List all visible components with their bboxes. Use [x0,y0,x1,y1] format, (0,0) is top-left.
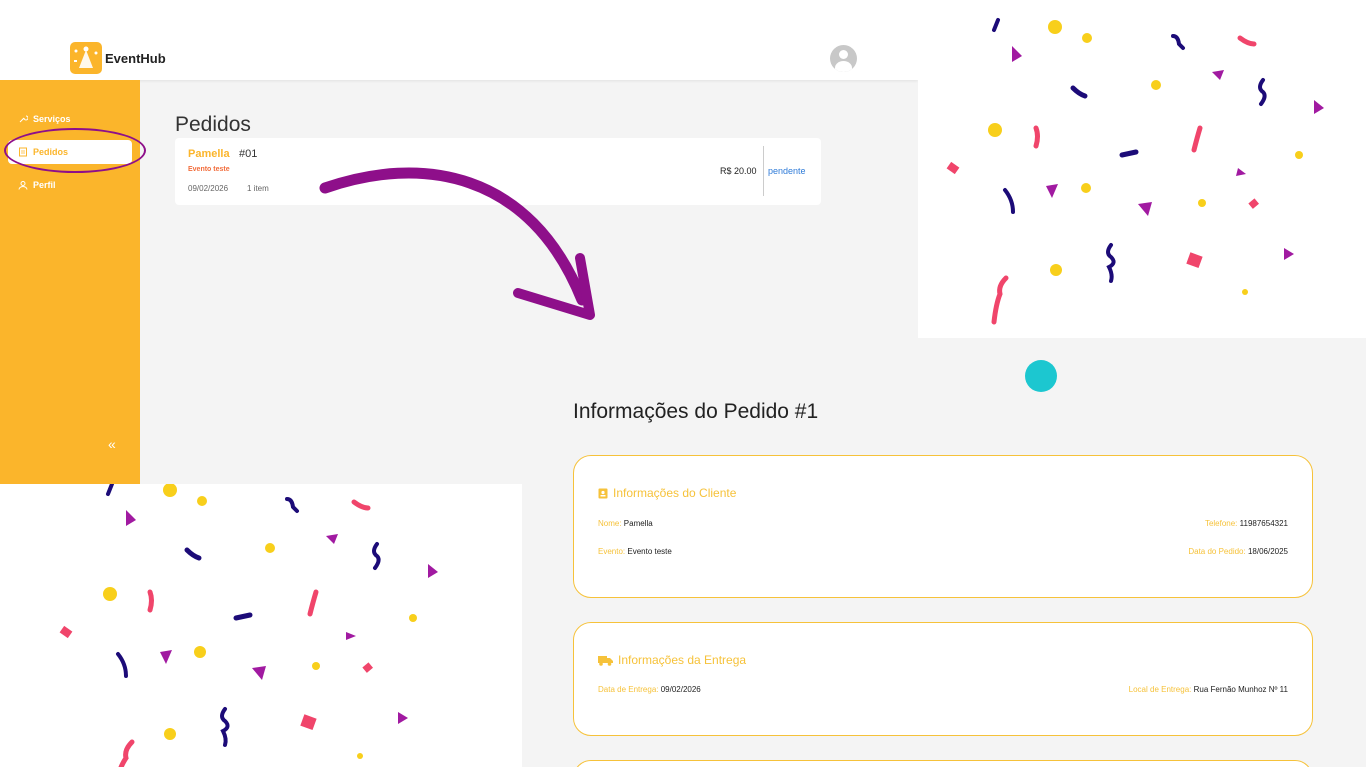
sidebar-item-label: Serviços [33,114,71,124]
user-icon [18,181,28,190]
order-number: #01 [239,148,258,160]
wrench-icon [19,115,28,123]
truck-icon [598,655,613,666]
teal-dot-decoration [1025,360,1057,392]
order-item-count: 1 item [247,184,269,193]
confetti-decoration [0,482,522,767]
sidebar-item-label: Perfil [33,180,56,190]
client-info-heading: Informações do Cliente [598,486,736,500]
user-avatar[interactable] [830,45,857,72]
app-logo[interactable]: EventHub [70,42,166,74]
client-info-card: Informações do Cliente Nome: Pamella Tel… [573,455,1313,598]
order-date-field: Data do Pedido: 18/06/2025 [1188,547,1288,556]
order-customer-name: Pamella [188,148,230,160]
highlight-circle-annotation [4,128,146,173]
app-name: EventHub [105,50,166,66]
delivery-location-field: Local de Entrega: Rua Fernão Munhoz Nº 1… [1128,685,1288,694]
page-title: Pedidos [175,113,251,136]
divider [763,146,764,196]
next-info-card [573,760,1313,767]
id-badge-icon [598,488,608,499]
order-event: Evento teste [188,166,230,173]
order-date: 09/02/2026 [188,184,229,193]
delivery-date-field: Data de Entrega: 09/02/2026 [598,685,701,694]
client-event-field: Evento: Evento teste [598,547,672,556]
collapse-sidebar-button[interactable]: « [108,436,116,452]
client-phone-field: Telefone: 11987654321 [1204,519,1288,528]
party-hat-icon [70,42,102,74]
client-name-field: Nome: Pamella [598,519,653,528]
top-bar: EventHub [0,0,918,80]
delivery-info-heading: Informações da Entrega [598,653,746,667]
confetti-decoration [918,0,1366,338]
delivery-info-card: Informações da Entrega Data de Entrega: … [573,622,1313,736]
order-price: R$ 20.00 [720,166,757,176]
arrow-annotation [319,167,595,320]
status-badge: pendente [768,166,806,176]
order-info-title: Informações do Pedido #1 [573,400,819,423]
sidebar-item-perfil[interactable]: Perfil [8,173,132,197]
